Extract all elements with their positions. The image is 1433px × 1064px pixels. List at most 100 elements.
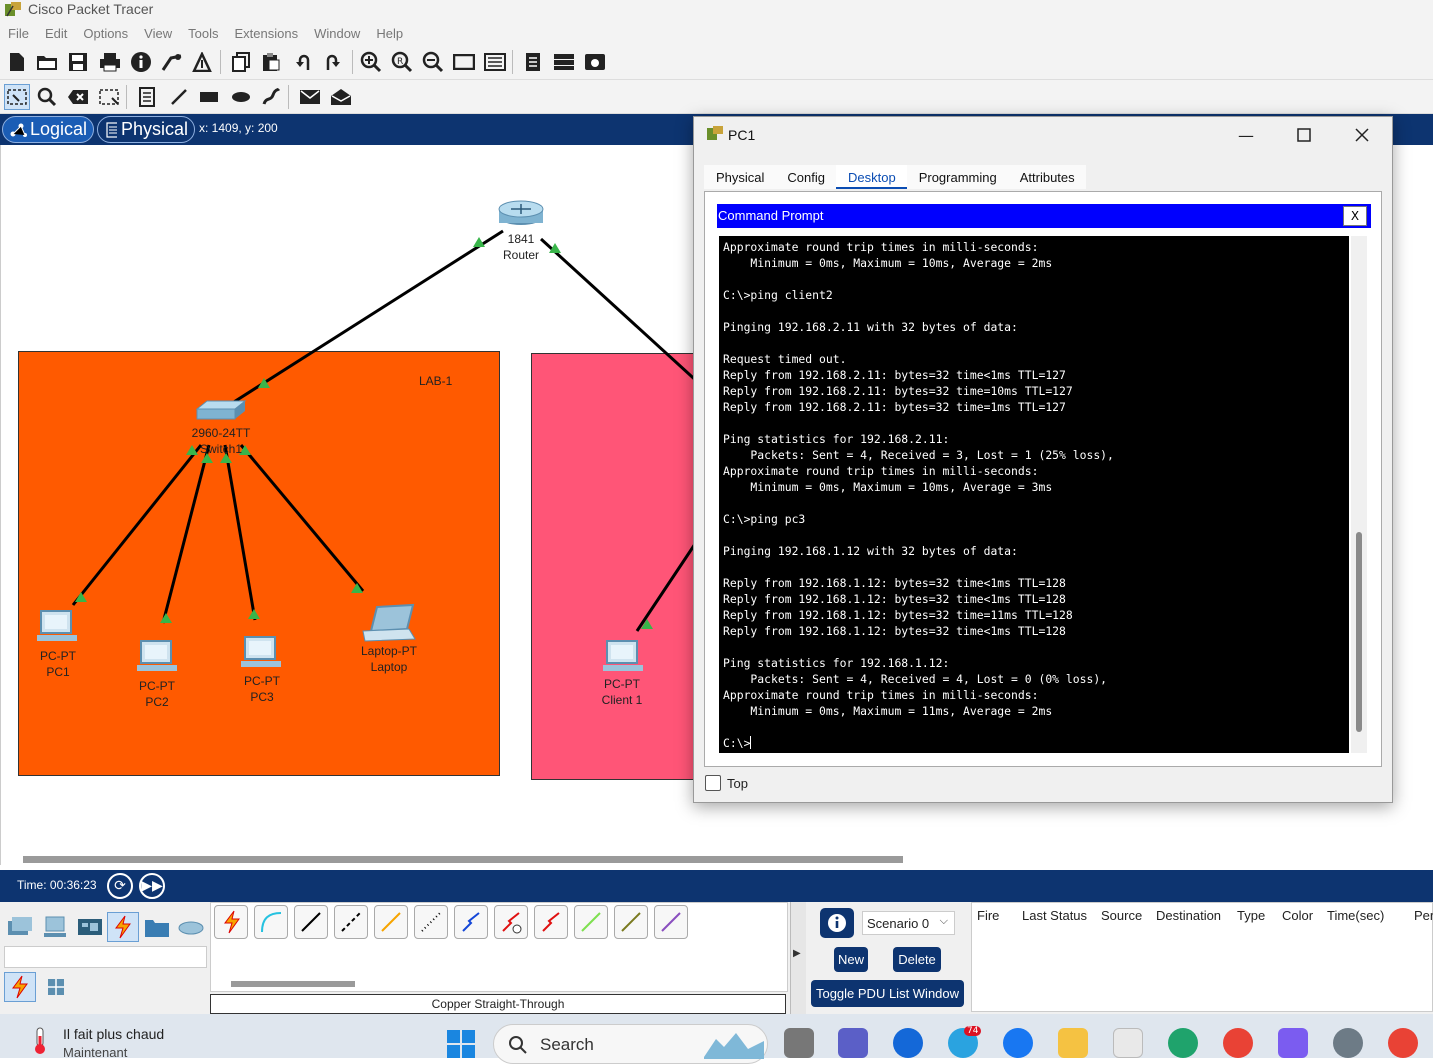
connections-subcategory-icon[interactable]	[4, 972, 36, 1002]
switch-laptop-link[interactable]	[239, 444, 365, 592]
menu-help[interactable]: Help	[368, 22, 411, 44]
undo-icon[interactable]	[290, 49, 316, 75]
phone-cable-icon[interactable]	[414, 905, 448, 939]
scenario-select[interactable]: Scenario 0 ⌵	[862, 911, 955, 935]
new-file-icon[interactable]	[4, 49, 30, 75]
copilot-icon[interactable]	[1278, 1028, 1308, 1058]
redo-icon[interactable]	[320, 49, 346, 75]
octal-cable-icon[interactable]	[574, 905, 608, 939]
menu-tools[interactable]: Tools	[180, 22, 226, 44]
telegram-icon[interactable]: 74	[948, 1026, 982, 1058]
menu-edit[interactable]: Edit	[37, 22, 75, 44]
zoom-reset-icon[interactable]: R	[389, 49, 415, 75]
always-on-top-checkbox[interactable]	[705, 775, 721, 791]
coaxial-cable-icon[interactable]	[454, 905, 488, 939]
bluetooth-icon[interactable]	[893, 1028, 923, 1058]
add-complex-pdu-icon[interactable]	[328, 84, 354, 110]
pc3-icon[interactable]	[241, 636, 281, 667]
copy-icon[interactable]	[228, 49, 254, 75]
physical-view-button[interactable]: Physical	[97, 116, 195, 143]
toggle-pdu-list-button[interactable]: Toggle PDU List Window	[811, 980, 964, 1007]
delete-scenario-button[interactable]: Delete	[893, 947, 941, 972]
tab-programming[interactable]: Programming	[907, 165, 1008, 189]
place-note-icon[interactable]	[134, 84, 160, 110]
menu-file[interactable]: File	[0, 22, 37, 44]
tab-physical[interactable]: Physical	[704, 165, 775, 189]
serial-dce-icon[interactable]	[494, 905, 528, 939]
paste-icon[interactable]	[258, 49, 284, 75]
menu-extensions[interactable]: Extensions	[226, 22, 306, 44]
draw-rectangle-icon[interactable]	[196, 84, 222, 110]
custom-device-icon[interactable]	[482, 49, 508, 75]
connections-icon[interactable]	[107, 912, 139, 942]
end-devices-icon[interactable]	[40, 912, 72, 942]
network-info-icon[interactable]	[159, 49, 185, 75]
doc-icon[interactable]	[520, 49, 546, 75]
taskbar-search[interactable]: Search	[493, 1024, 768, 1064]
maximize-icon[interactable]	[1284, 123, 1324, 147]
cable-palette-scrollbar[interactable]	[231, 981, 355, 987]
pc2-icon[interactable]	[137, 640, 177, 671]
console-cable-icon[interactable]	[254, 905, 288, 939]
usb-cable-icon[interactable]	[654, 905, 688, 939]
switch-icon[interactable]	[195, 400, 247, 420]
tab-attributes[interactable]: Attributes	[1008, 165, 1086, 189]
logical-view-button[interactable]: Logical	[2, 116, 94, 143]
power-cycle-icon[interactable]: ⟳	[107, 873, 133, 899]
switch-pc1-link[interactable]	[71, 444, 203, 606]
draw-line-icon[interactable]	[166, 84, 192, 110]
drawing-palette-icon[interactable]	[451, 49, 477, 75]
tab-config[interactable]: Config	[775, 165, 836, 189]
teams-icon[interactable]	[838, 1028, 868, 1058]
close-icon[interactable]	[1342, 123, 1382, 147]
microsoft-store-icon[interactable]	[1113, 1028, 1143, 1058]
freeform-icon[interactable]	[258, 84, 284, 110]
command-prompt-close-button[interactable]: X	[1343, 206, 1367, 226]
weather-title[interactable]: Il fait plus chaud	[63, 1026, 164, 1042]
copper-straight-through-icon[interactable]	[294, 905, 328, 939]
client1-icon[interactable]	[603, 640, 643, 671]
select-icon[interactable]	[4, 84, 30, 110]
draw-ellipse-icon[interactable]	[228, 84, 254, 110]
windows-start-icon[interactable]	[447, 1030, 475, 1058]
multiuser-icon[interactable]	[175, 912, 207, 942]
task-view-icon[interactable]	[784, 1028, 814, 1058]
command-prompt-terminal[interactable]: Approximate round trip times in milli-se…	[719, 236, 1349, 753]
laptop-icon[interactable]	[362, 603, 416, 642]
network-devices-icon[interactable]	[4, 912, 36, 942]
save-icon[interactable]	[65, 49, 91, 75]
fiber-cable-icon[interactable]	[374, 905, 408, 939]
scenario-info-icon[interactable]	[820, 908, 854, 938]
grid-icon[interactable]	[40, 972, 72, 1002]
switch-pc3-link[interactable]	[223, 444, 257, 621]
terminal-scrollbar-thumb[interactable]	[1356, 532, 1362, 732]
thermometer-icon[interactable]	[30, 1026, 50, 1056]
open-folder-icon[interactable]	[34, 49, 60, 75]
device-search-field[interactable]	[4, 946, 207, 968]
miscellaneous-icon[interactable]	[141, 912, 173, 942]
serial-dte-icon[interactable]	[534, 905, 568, 939]
iot-custom-cable-icon[interactable]	[614, 905, 648, 939]
chrome-icon[interactable]	[1388, 1028, 1418, 1058]
menu-window[interactable]: Window	[306, 22, 368, 44]
delete-icon[interactable]	[65, 84, 91, 110]
menu-options[interactable]: Options	[75, 22, 136, 44]
switch-pc2-link[interactable]	[161, 444, 211, 624]
add-simple-pdu-icon[interactable]	[297, 84, 323, 110]
router-switch-link[interactable]	[225, 229, 504, 409]
router-lab2-link[interactable]	[539, 237, 701, 387]
terminal-scrollbar[interactable]	[1351, 236, 1367, 753]
facebook-icon[interactable]	[1003, 1028, 1033, 1058]
menu-view[interactable]: View	[136, 22, 180, 44]
fast-forward-icon[interactable]: ▶▶	[139, 873, 165, 899]
components-icon[interactable]	[74, 912, 106, 942]
inspect-icon[interactable]	[34, 84, 60, 110]
resize-shape-icon[interactable]	[96, 84, 122, 110]
router-icon[interactable]	[498, 200, 544, 225]
file-explorer-icon[interactable]	[1058, 1028, 1088, 1058]
zoom-in-icon[interactable]	[358, 49, 384, 75]
activity-wizard-icon[interactable]	[189, 49, 215, 75]
info-icon[interactable]	[128, 49, 154, 75]
chrome-profile-icon[interactable]	[1223, 1028, 1253, 1058]
new-scenario-button[interactable]: New	[834, 947, 868, 972]
